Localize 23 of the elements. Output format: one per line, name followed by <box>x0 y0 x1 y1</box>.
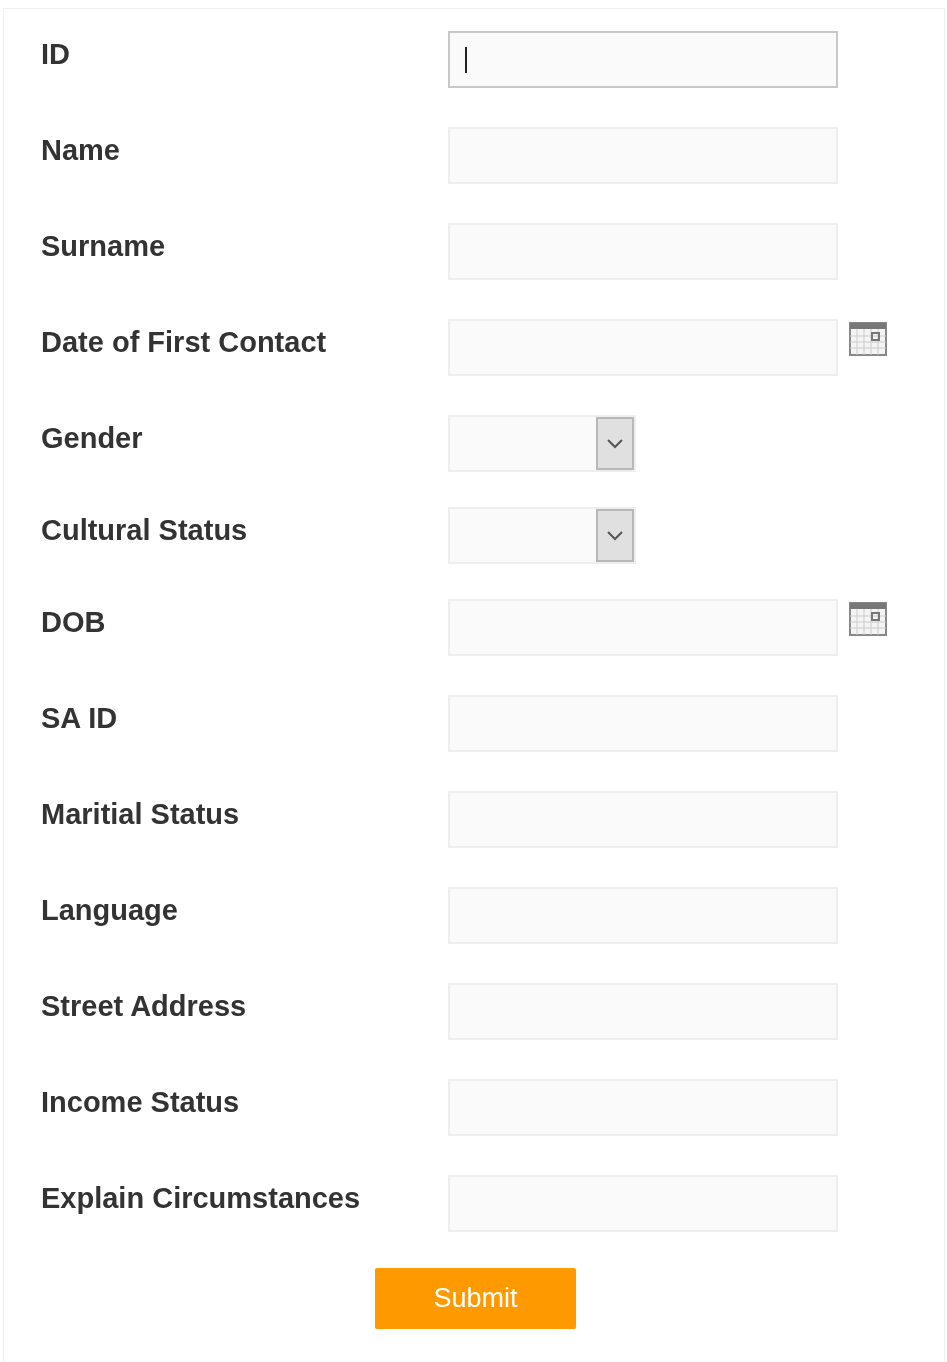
submit-button[interactable]: Submit <box>375 1268 576 1329</box>
calendar-icon[interactable] <box>849 602 887 636</box>
field-label: Street Address <box>41 989 248 1024</box>
field-label: Income Status <box>41 1085 241 1120</box>
dropdown-button[interactable] <box>596 509 634 562</box>
field-label: DOB <box>41 605 107 640</box>
calendar-icon[interactable] <box>849 322 887 356</box>
dropdown-button[interactable] <box>596 417 634 470</box>
field-label: Date of First Contact <box>41 325 328 360</box>
field-label: Gender <box>41 421 144 456</box>
field-label: Explain Circumstances <box>41 1181 362 1216</box>
field-label: Cultural Status <box>41 513 249 548</box>
input-field[interactable] <box>448 31 838 88</box>
field-label: Maritial Status <box>41 797 241 832</box>
dropdown[interactable] <box>448 507 636 564</box>
chevron-down-icon <box>607 438 623 449</box>
field-label: ID <box>41 37 71 72</box>
dropdown[interactable] <box>448 415 636 472</box>
field-label: Language <box>41 893 179 928</box>
field-label: Name <box>41 133 121 168</box>
chevron-down-icon <box>607 530 623 541</box>
field-label: Surname <box>41 229 167 264</box>
field-label: SA ID <box>41 701 119 736</box>
